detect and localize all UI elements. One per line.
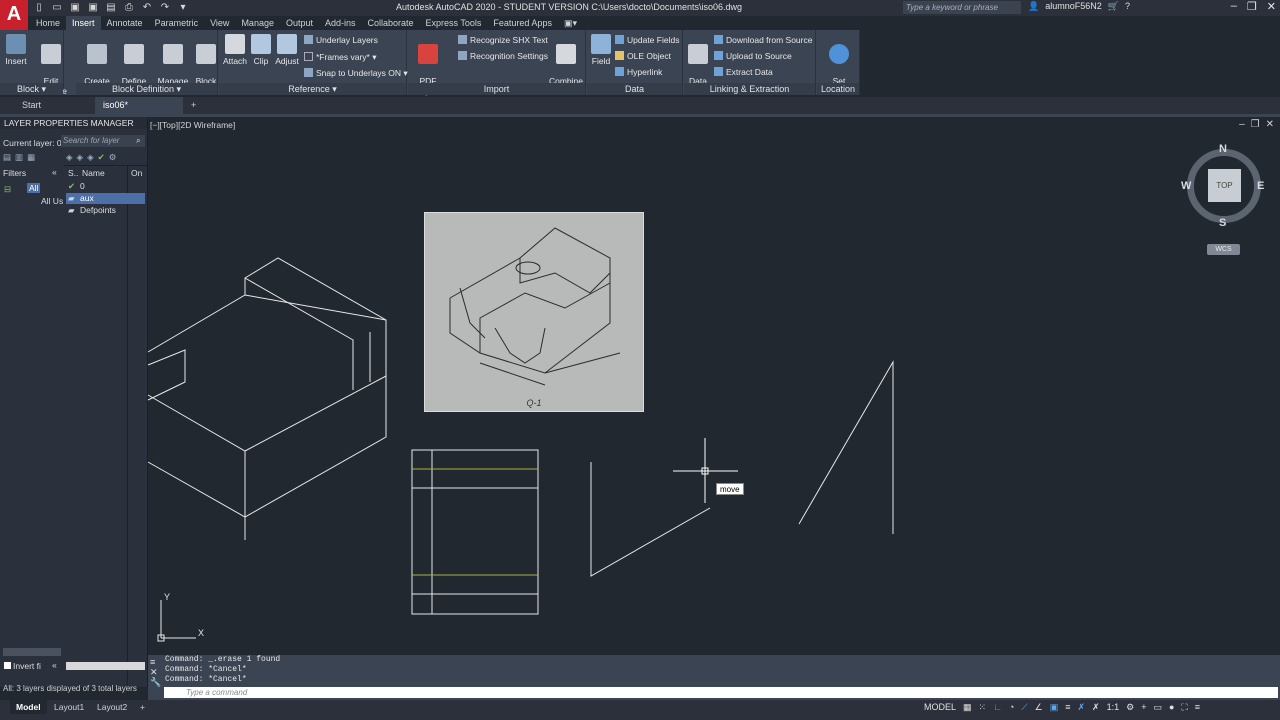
command-input[interactable]: Type a command xyxy=(164,687,1278,698)
grid-icon[interactable]: ▦ xyxy=(963,702,972,713)
compass-north[interactable]: N xyxy=(1219,143,1227,155)
status-toggles: MODEL ▦ ⁙ ∟ ◔ ⟋ ∠ ▣ ≡ ✗ ✗ 1:1 ⚙ + ▭ ● ⛶ … xyxy=(924,702,1200,713)
isometric-sketch-image xyxy=(449,227,621,386)
ucs-x-label: X xyxy=(198,628,205,638)
ucs-icon xyxy=(157,600,196,642)
construction-line xyxy=(590,462,711,577)
iso-top-step xyxy=(244,257,387,321)
tab-layout2[interactable]: Layout2 xyxy=(91,700,133,714)
reference-image[interactable]: Q-1 xyxy=(424,212,644,412)
isometric-block xyxy=(147,257,387,540)
ortho-icon[interactable]: ∟ xyxy=(993,702,1002,713)
ucs-y-label: Y xyxy=(164,592,171,602)
tab-model[interactable]: Model xyxy=(10,700,47,714)
annotation-visibility-icon[interactable]: ✗ xyxy=(1078,702,1086,713)
command-history: Command: _.erase 1 found Command: *Cance… xyxy=(165,655,280,685)
tab-layout1[interactable]: Layout1 xyxy=(48,700,90,714)
hardware-acceleration-icon[interactable]: ▭ xyxy=(1153,702,1162,713)
viewcube[interactable]: TOP N S E W xyxy=(1181,143,1265,229)
command-history-line: Command: *Cancel* xyxy=(165,675,247,684)
customization-icon[interactable]: ≡ xyxy=(1195,702,1200,713)
model-space-toggle[interactable]: MODEL xyxy=(924,702,956,713)
isodraft-icon[interactable]: ⟋ xyxy=(1021,702,1027,713)
iso-step-edge xyxy=(244,277,354,390)
command-history-line: Command: _.erase 1 found xyxy=(165,655,281,664)
plus-icon[interactable]: + xyxy=(1141,702,1146,713)
autoscale-icon[interactable]: ✗ xyxy=(1092,702,1100,713)
polar-icon[interactable]: ◔ xyxy=(1009,702,1014,713)
annotation-scale[interactable]: 1:1 xyxy=(1107,702,1120,713)
command-line-grip[interactable]: ≡ ✕ 🔧 xyxy=(150,657,161,687)
clean-screen-icon[interactable]: ⛶ xyxy=(1181,702,1187,713)
workspace-gear-icon[interactable]: ⚙ xyxy=(1126,702,1134,713)
snap-icon[interactable]: ⁙ xyxy=(979,702,987,713)
reference-image-caption: Q-1 xyxy=(526,398,542,408)
layer-count-footer: All: 3 layers displayed of 3 total layer… xyxy=(3,684,137,693)
iso-edge xyxy=(147,375,387,452)
lineweight-icon[interactable]: ≡ xyxy=(1065,702,1070,713)
compass-east[interactable]: E xyxy=(1257,180,1264,192)
iso-outline xyxy=(147,294,387,518)
front-view-rect xyxy=(411,449,539,615)
construction-line xyxy=(798,360,894,534)
command-history-line: Command: *Cancel* xyxy=(165,665,247,674)
compass-south[interactable]: S xyxy=(1219,217,1226,229)
add-layout-button[interactable]: + xyxy=(134,700,151,714)
object-snap-tracking-icon[interactable]: ∠ xyxy=(1035,702,1043,713)
iso-notch xyxy=(147,349,186,401)
compass-west[interactable]: W xyxy=(1181,180,1191,192)
front-view xyxy=(411,449,539,615)
status-bar: Model Layout1 Layout2 + MODEL ▦ ⁙ ∟ ◔ ⟋ … xyxy=(0,700,1280,720)
dynamic-input-tooltip: move xyxy=(716,483,744,495)
viewcube-top-face[interactable]: TOP xyxy=(1208,169,1241,202)
isolate-objects-icon[interactable]: ● xyxy=(1169,702,1174,713)
wcs-menu[interactable]: WCS xyxy=(1207,244,1240,255)
object-snap-icon[interactable]: ▣ xyxy=(1050,702,1059,713)
